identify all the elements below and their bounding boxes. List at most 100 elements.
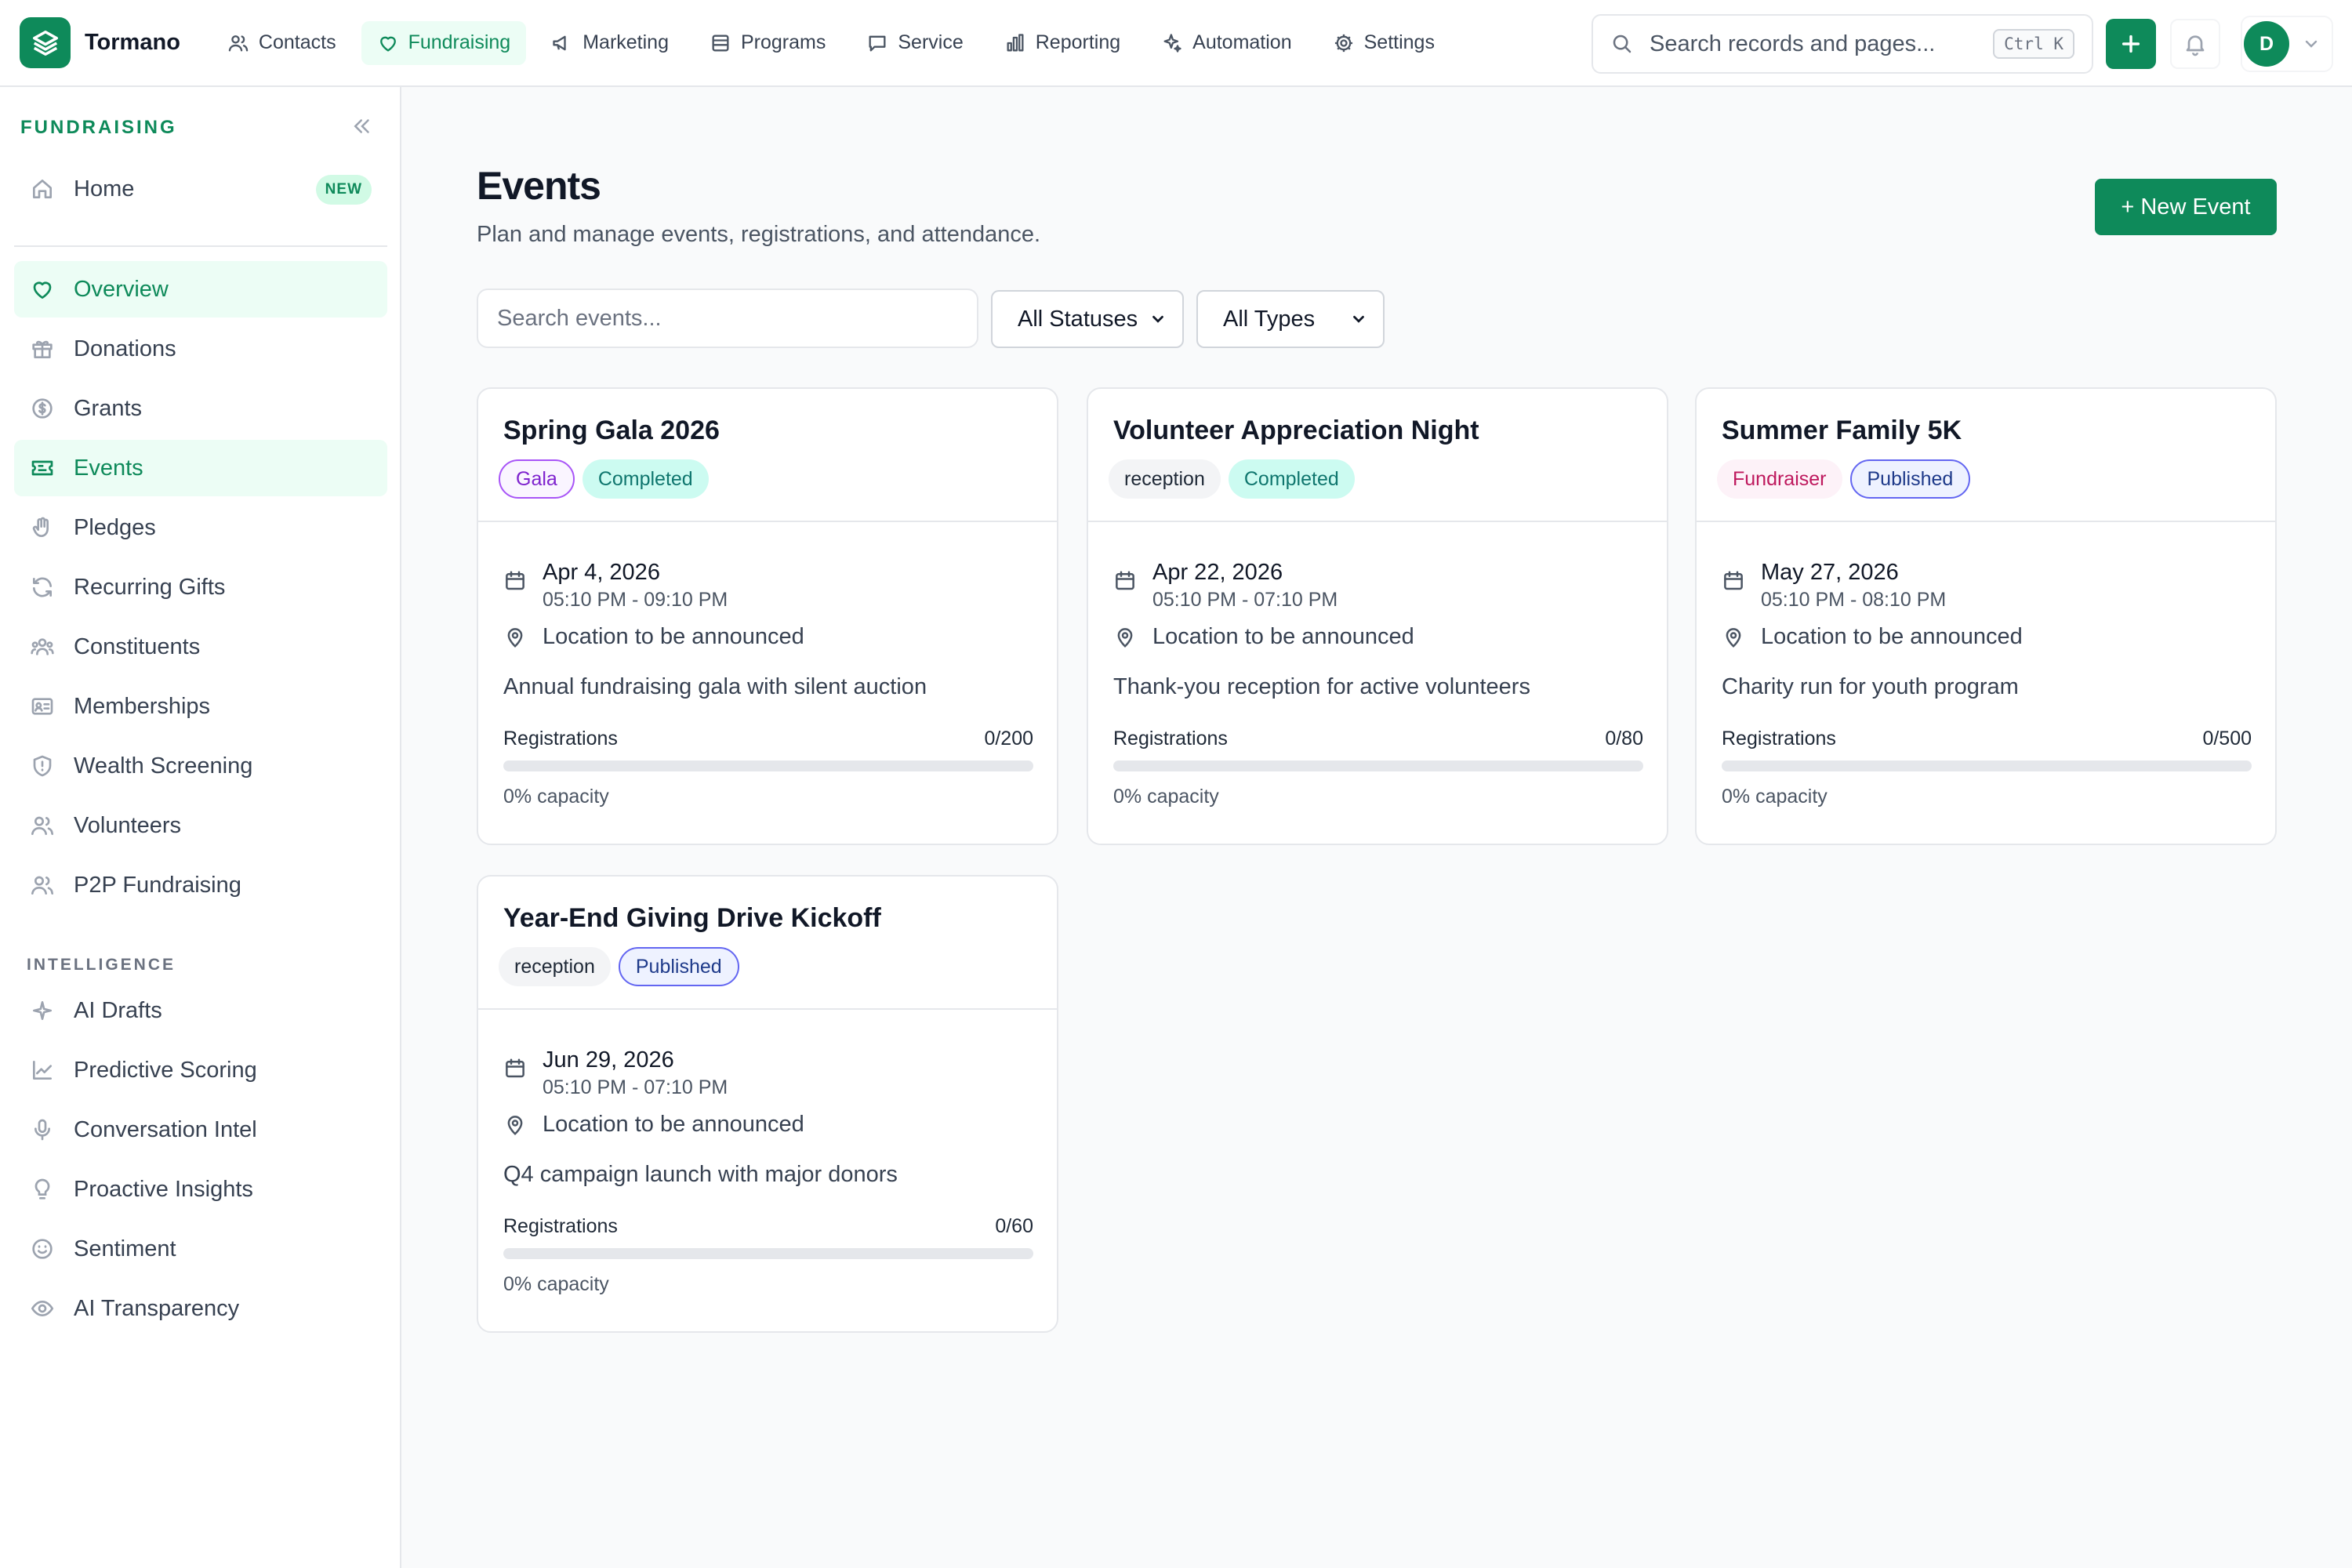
event-time: 05:10 PM - 07:10 PM — [543, 1076, 728, 1098]
sidebar-item-predictive-scoring[interactable]: Predictive Scoring — [14, 1042, 387, 1098]
event-location: Location to be announced — [543, 624, 804, 649]
capacity-text: 0% capacity — [503, 786, 609, 808]
registrations-count: 0/80 — [1605, 728, 1643, 750]
brand[interactable]: Tormano — [20, 17, 180, 68]
layers-logo-icon — [20, 17, 71, 68]
event-description: Q4 campaign launch with major donors — [503, 1162, 898, 1187]
sidebar-item-recurring-gifts[interactable]: Recurring Gifts — [14, 559, 387, 615]
event-type-badge: Gala — [499, 459, 575, 499]
registrations-count: 0/60 — [995, 1215, 1033, 1237]
sidebar-item-wealth-screening[interactable]: Wealth Screening — [14, 738, 387, 794]
registrations-count: 0/200 — [984, 728, 1033, 750]
id-card-icon — [31, 698, 53, 715]
topnav-reporting[interactable]: Reporting — [989, 21, 1136, 65]
global-search-input[interactable]: Search records and pages... Ctrl K — [1592, 14, 2093, 74]
event-description: Thank-you reception for active volunteer… — [1113, 674, 1530, 699]
event-card[interactable]: Year-End Giving Drive Kickoff reception … — [477, 875, 1058, 1333]
sidebar-item-p2p-fundraising[interactable]: P2P Fundraising — [14, 857, 387, 913]
sidebar-item-grants[interactable]: Grants — [14, 380, 387, 437]
ticket-icon — [31, 460, 53, 476]
event-card[interactable]: Spring Gala 2026 Gala Completed Apr 4, 2… — [477, 387, 1058, 845]
sidebar-item-home[interactable]: Home NEW — [14, 161, 387, 217]
calendar-icon — [506, 571, 524, 590]
status-filter-select[interactable]: All Statuses — [991, 290, 1184, 348]
topnav-contacts[interactable]: Contacts — [212, 21, 352, 65]
sidebar-item-sentiment[interactable]: Sentiment — [14, 1221, 387, 1277]
refresh-icon — [33, 577, 52, 597]
calendar-icon — [1116, 571, 1134, 590]
collapse-sidebar-button[interactable] — [345, 109, 379, 143]
smile-icon — [32, 1239, 53, 1259]
map-pin-icon — [1117, 627, 1133, 648]
sidebar-item-ai-drafts[interactable]: AI Drafts — [14, 982, 387, 1039]
event-title: Volunteer Appreciation Night — [1113, 416, 1479, 445]
event-location: Location to be announced — [1152, 624, 1414, 649]
chevrons-left-icon — [354, 119, 369, 133]
chevron-down-icon — [1353, 315, 1364, 323]
sidebar-item-pledges[interactable]: Pledges — [14, 499, 387, 556]
users-icon — [228, 34, 249, 51]
dollar-circle-icon — [32, 398, 53, 419]
event-search-input[interactable]: Search events... — [477, 289, 978, 348]
quick-add-button[interactable] — [2106, 19, 2156, 69]
type-filter-select[interactable]: All Types — [1196, 290, 1385, 348]
top-nav: Contacts Fundraising Marketing Programs … — [212, 20, 1460, 65]
event-card-header: Year-End Giving Drive Kickoff reception … — [478, 877, 1057, 1010]
sidebar-item-constituents[interactable]: Constituents — [14, 619, 387, 675]
intelligence-section-title: INTELLIGENCE — [27, 956, 176, 974]
topnav-settings[interactable]: Settings — [1317, 21, 1450, 65]
chat-icon — [869, 35, 886, 51]
event-date: Apr 4, 2026 — [543, 560, 660, 585]
sidebar-divider — [14, 245, 387, 247]
heart-icon — [379, 36, 396, 51]
sidebar-item-events[interactable]: Events — [14, 440, 387, 496]
topnav-programs[interactable]: Programs — [694, 21, 841, 65]
list-icon — [712, 34, 729, 51]
event-location: Location to be announced — [543, 1112, 804, 1137]
avatar: D — [2244, 21, 2289, 67]
registrations-label: Registrations — [503, 1215, 618, 1237]
capacity-progress-bar — [503, 760, 1033, 771]
calendar-icon — [506, 1058, 524, 1078]
event-date: May 27, 2026 — [1761, 560, 1899, 585]
event-type-badge: reception — [1109, 459, 1221, 499]
event-time: 05:10 PM - 08:10 PM — [1761, 589, 1947, 611]
user-menu[interactable]: D — [2241, 16, 2333, 72]
capacity-progress-bar — [1113, 760, 1643, 771]
event-title: Year-End Giving Drive Kickoff — [503, 903, 881, 933]
sidebar-item-donations[interactable]: Donations — [14, 321, 387, 377]
event-title: Summer Family 5K — [1722, 416, 1962, 445]
sidebar-item-conversation-intel[interactable]: Conversation Intel — [14, 1102, 387, 1158]
page-subtitle: Plan and manage events, registrations, a… — [477, 222, 1041, 247]
new-event-button[interactable]: + New Event — [2095, 179, 2277, 235]
event-card-header: Spring Gala 2026 Gala Completed — [478, 389, 1057, 522]
map-pin-icon — [1726, 627, 1741, 648]
home-icon — [33, 180, 52, 198]
sidebar-item-volunteers[interactable]: Volunteers — [14, 797, 387, 854]
lightbulb-icon — [34, 1178, 50, 1200]
sparkles-icon — [1163, 33, 1181, 53]
event-time: 05:10 PM - 09:10 PM — [543, 589, 728, 611]
sidebar: FUNDRAISING Home NEW Overview Donations … — [0, 87, 401, 1568]
event-time: 05:10 PM - 07:10 PM — [1152, 589, 1338, 611]
event-status-badge: Published — [1849, 459, 1971, 499]
sidebar-item-memberships[interactable]: Memberships — [14, 678, 387, 735]
calendar-icon — [1724, 571, 1743, 590]
topnav-fundraising[interactable]: Fundraising — [361, 20, 527, 65]
event-status-badge: Published — [618, 947, 739, 986]
chevron-down-icon — [2305, 40, 2318, 48]
notifications-button[interactable] — [2170, 19, 2220, 69]
new-badge: NEW — [315, 175, 372, 205]
event-card[interactable]: Volunteer Appreciation Night reception C… — [1087, 387, 1668, 845]
event-card-header: Summer Family 5K Fundraiser Published — [1697, 389, 2275, 522]
event-card[interactable]: Summer Family 5K Fundraiser Published Ma… — [1695, 387, 2277, 845]
topnav-automation[interactable]: Automation — [1145, 21, 1307, 65]
sidebar-item-overview[interactable]: Overview — [14, 261, 387, 318]
search-placeholder: Search records and pages... — [1650, 31, 1936, 56]
topnav-marketing[interactable]: Marketing — [535, 21, 684, 65]
sidebar-item-proactive-insights[interactable]: Proactive Insights — [14, 1161, 387, 1218]
hand-icon — [32, 517, 49, 537]
map-pin-icon — [507, 627, 523, 648]
sidebar-item-ai-transparency[interactable]: AI Transparency — [14, 1280, 387, 1337]
topnav-service[interactable]: Service — [851, 21, 978, 65]
